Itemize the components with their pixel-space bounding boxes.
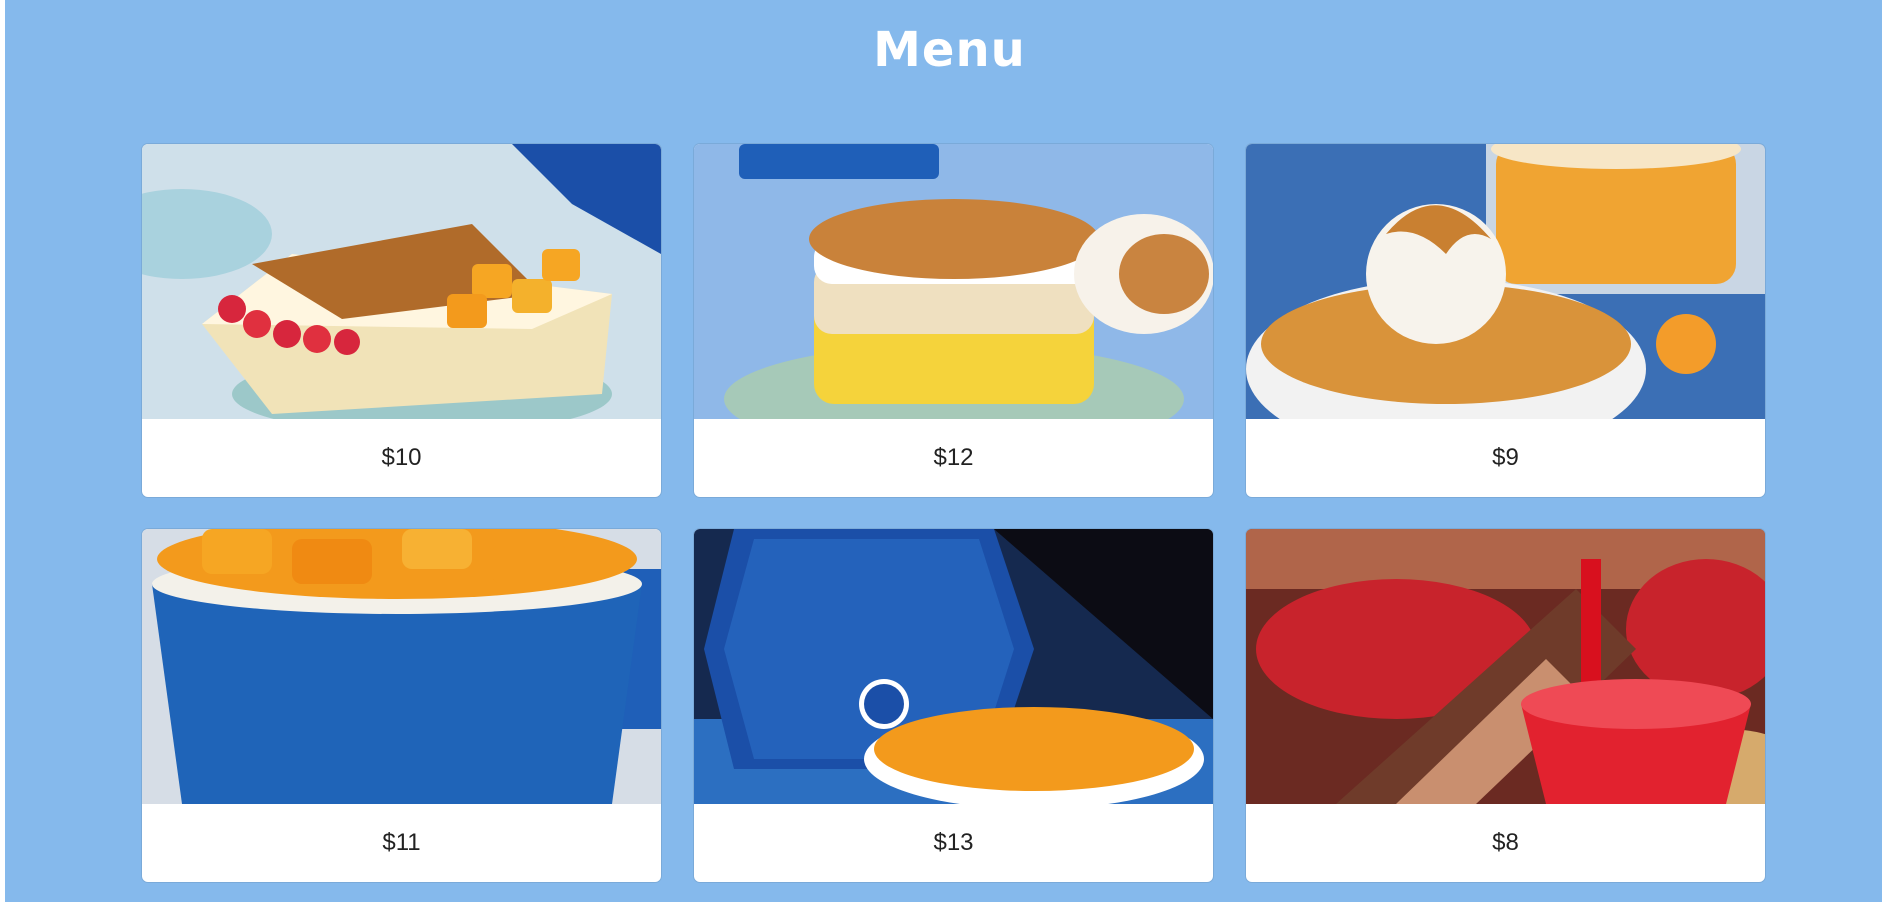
dessert-image [1246, 144, 1765, 419]
price-label: $11 [382, 829, 421, 856]
dessert-image [694, 529, 1213, 804]
price-label: $10 [381, 444, 422, 471]
price-label: $8 [1492, 829, 1519, 856]
menu-item-card[interactable]: $9 [1246, 144, 1765, 497]
price-label: $13 [933, 829, 974, 856]
lotus-cake-image [694, 144, 1213, 419]
mango-box-image [694, 529, 1213, 804]
menu-item-card[interactable]: $11 [142, 529, 661, 882]
strawberry-drink-image [1246, 529, 1765, 804]
menu-item-card[interactable]: $12 [694, 144, 1213, 497]
menu-grid: $10 $12 $9 $11 $13 $8 [142, 144, 1765, 882]
mango-cup-image [142, 529, 661, 804]
menu-item-card[interactable]: $13 [694, 529, 1213, 882]
menu-page: Menu $10 $12 $9 $11 $13 $8 [5, 0, 1882, 902]
dessert-image [694, 144, 1213, 419]
mango-strawberry-cake-image [142, 144, 661, 419]
menu-item-card[interactable]: $10 [142, 144, 661, 497]
dessert-image [1246, 529, 1765, 804]
dessert-image [142, 144, 661, 419]
menu-item-card[interactable]: $8 [1246, 529, 1765, 882]
price-label: $9 [1492, 444, 1519, 471]
price-label: $12 [933, 444, 974, 471]
dessert-image [142, 529, 661, 804]
lotus-ice-cream-image [1246, 144, 1765, 419]
page-title: Menu [873, 22, 1026, 78]
